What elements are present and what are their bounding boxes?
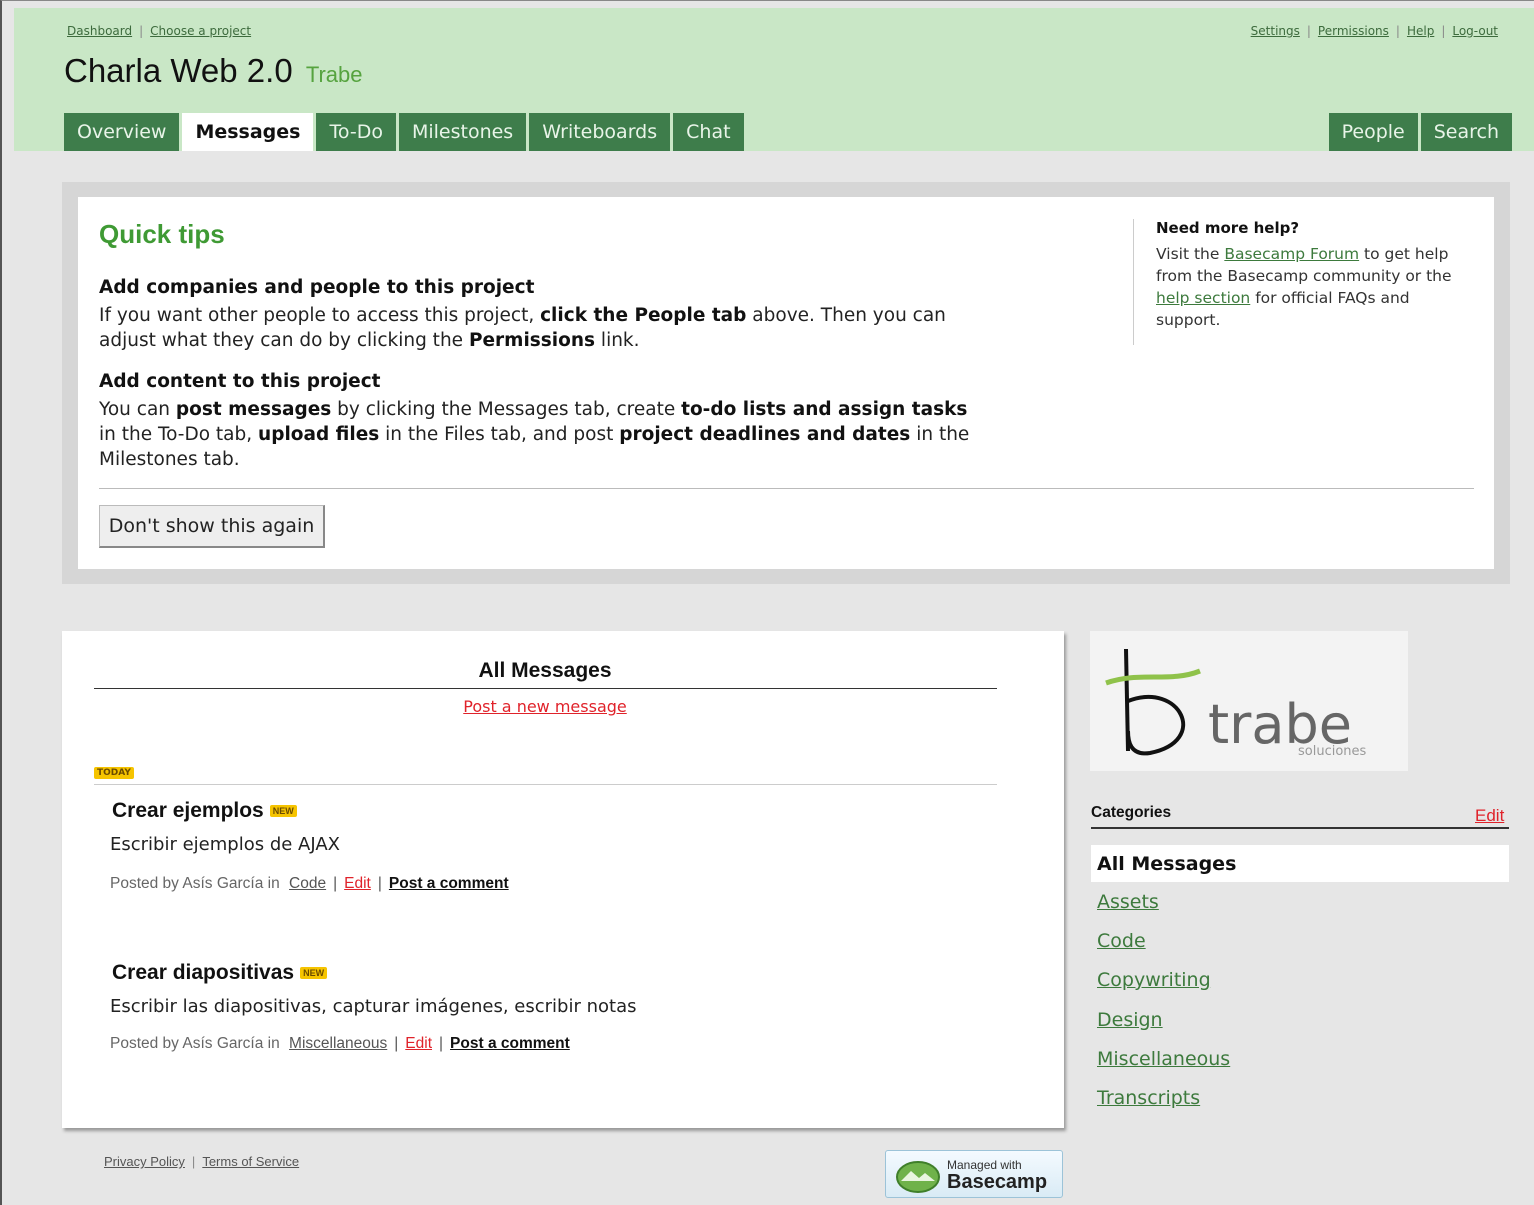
help-link[interactable]: Help — [1407, 24, 1434, 38]
quick-tips-container: Quick tips Add companies and people to t… — [62, 182, 1510, 584]
post-comment-link[interactable]: Post a comment — [389, 875, 509, 892]
dashboard-link[interactable]: Dashboard — [67, 24, 132, 38]
global-tabs: People Search — [1328, 113, 1512, 151]
quick-tips-title: Quick tips — [99, 219, 225, 249]
tip-content-text: You can post messages by clicking the Me… — [99, 399, 970, 470]
message-title: Crear ejemplos NEW — [112, 799, 297, 823]
top-nav-left: Dashboard | Choose a project — [67, 24, 252, 38]
basecamp-forum-link[interactable]: Basecamp Forum — [1224, 245, 1359, 263]
project-tabs: Overview Messages To-Do Milestones Write… — [64, 113, 747, 151]
footer-links: Privacy Policy | Terms of Service — [104, 1154, 300, 1169]
top-nav-right: Settings | Permissions | Help | Log-out — [1250, 24, 1498, 38]
message-body: Escribir ejemplos de AJAX — [110, 834, 340, 855]
choose-project-link[interactable]: Choose a project — [150, 24, 251, 38]
category-miscellaneous[interactable]: Miscellaneous — [1097, 1048, 1230, 1070]
settings-link[interactable]: Settings — [1251, 24, 1300, 38]
help-section-link[interactable]: help section — [1156, 289, 1250, 307]
project-title: Charla Web 2.0 Trabe — [64, 52, 363, 90]
category-transcripts[interactable]: Transcripts — [1097, 1087, 1200, 1109]
tip-people-heading: Add companies and people to this project — [99, 277, 535, 298]
today-divider — [94, 784, 997, 785]
message-body: Escribir las diapositivas, capturar imág… — [110, 996, 637, 1017]
project-name: Charla Web 2.0 — [64, 52, 293, 89]
categories-divider — [1091, 827, 1509, 829]
managed-with-basecamp-badge[interactable]: Managed with Basecamp — [885, 1150, 1063, 1198]
new-badge: NEW — [300, 967, 328, 980]
terms-of-service-link[interactable]: Terms of Service — [202, 1154, 299, 1169]
message-title: Crear diapositivas NEW — [112, 961, 328, 985]
tip-content-heading: Add content to this project — [99, 371, 381, 392]
category-assets[interactable]: Assets — [1097, 891, 1159, 913]
basecamp-logo-icon — [896, 1161, 940, 1193]
title-divider — [94, 688, 997, 689]
tab-milestones[interactable]: Milestones — [398, 113, 527, 151]
tab-messages[interactable]: Messages — [182, 113, 314, 151]
category-design[interactable]: Design — [1097, 1009, 1163, 1031]
badge-small-text: Managed with — [947, 1158, 1022, 1172]
tab-search[interactable]: Search — [1420, 113, 1512, 151]
category-copywriting[interactable]: Copywriting — [1097, 969, 1211, 991]
post-new-message-link[interactable]: Post a new message — [463, 697, 627, 716]
categories-edit-link[interactable]: Edit — [1475, 806, 1504, 826]
tab-people[interactable]: People — [1328, 113, 1418, 151]
company-name: Trabe — [305, 62, 363, 87]
messages-title: All Messages — [478, 659, 612, 682]
tab-chat[interactable]: Chat — [673, 113, 744, 151]
logout-link[interactable]: Log-out — [1452, 24, 1498, 38]
message-category-link[interactable]: Code — [289, 875, 326, 892]
post-comment-link[interactable]: Post a comment — [450, 1035, 570, 1052]
permissions-link[interactable]: Permissions — [1318, 24, 1389, 38]
svg-text:soluciones: soluciones — [1298, 744, 1367, 759]
message-meta: Posted by Asís García in Miscellaneous | E… — [110, 1035, 570, 1052]
company-logo: trabe soluciones — [1090, 631, 1408, 771]
trabe-logo-icon: trabe soluciones — [1105, 648, 1367, 759]
quick-tips-panel: Quick tips Add companies and people to t… — [78, 197, 1494, 569]
tips-divider — [99, 488, 1474, 489]
new-badge: NEW — [269, 805, 297, 818]
message-edit-link[interactable]: Edit — [405, 1035, 432, 1052]
header: Dashboard | Choose a project Settings | Perm… — [14, 8, 1534, 151]
help-text: Visit the Basecamp Forum to get help fro… — [1156, 245, 1452, 329]
category-code[interactable]: Code — [1097, 930, 1146, 952]
dont-show-again-button[interactable]: Don't show this again — [99, 505, 325, 548]
help-divider — [1133, 219, 1134, 345]
tab-overview[interactable]: Overview — [64, 113, 180, 151]
today-badge: TODAY — [94, 767, 134, 779]
message-edit-link[interactable]: Edit — [344, 875, 371, 892]
categories-heading: Categories — [1091, 804, 1172, 821]
help-title: Need more help? — [1156, 219, 1300, 237]
badge-big-text: Basecamp — [947, 1171, 1048, 1193]
privacy-policy-link[interactable]: Privacy Policy — [104, 1154, 185, 1169]
message-meta: Posted by Asís García in Code | Edit | Post … — [110, 875, 509, 892]
tab-todo[interactable]: To-Do — [316, 113, 396, 151]
messages-panel: All Messages Post a new message TODAY Cr… — [62, 631, 1064, 1128]
tip-people-text: If you want other people to access this … — [99, 305, 946, 351]
message-category-link[interactable]: Miscellaneous — [289, 1035, 387, 1052]
tab-writeboards[interactable]: Writeboards — [529, 113, 671, 151]
category-all-messages[interactable]: All Messages — [1091, 845, 1509, 882]
